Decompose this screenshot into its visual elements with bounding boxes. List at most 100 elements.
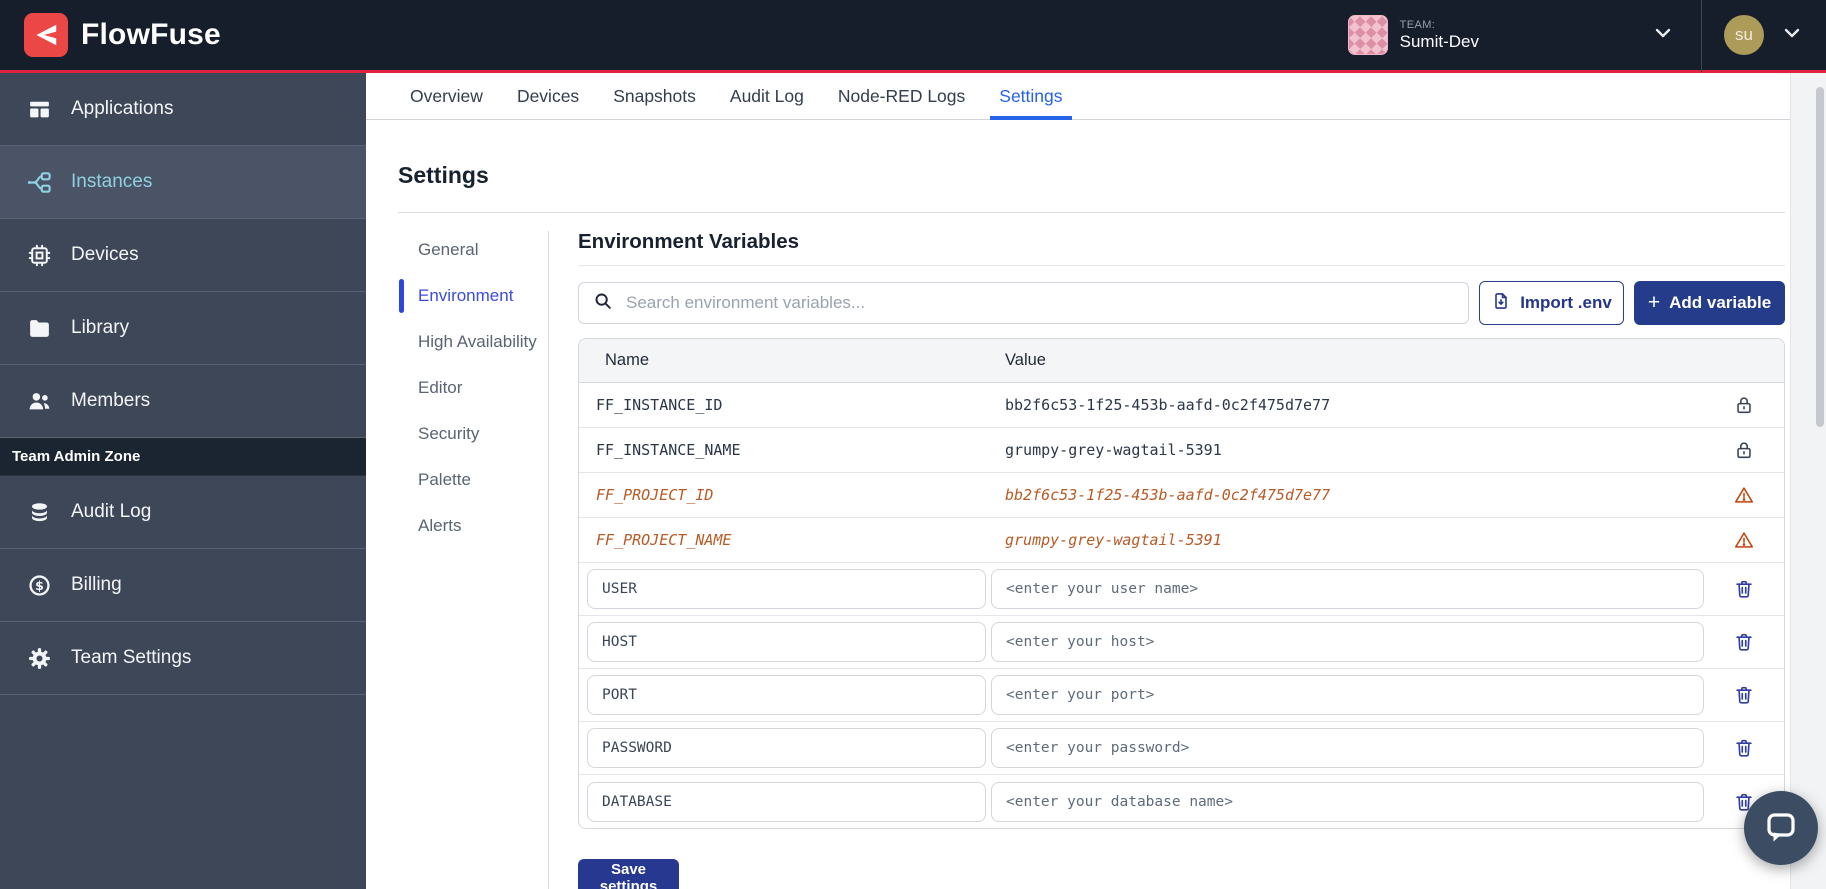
sidebar-filler — [0, 695, 366, 889]
devices-icon — [26, 242, 53, 269]
env-var-value-input[interactable] — [991, 622, 1704, 662]
env-var-value-input[interactable] — [991, 569, 1704, 609]
delete-variable-button[interactable] — [1731, 735, 1757, 761]
settings-nav-palette[interactable]: Palette — [398, 457, 548, 503]
instance-tabbar: Overview Devices Snapshots Audit Log Nod… — [366, 73, 1826, 120]
import-env-label: Import .env — [1520, 293, 1612, 313]
sidebar-item-devices[interactable]: Devices — [0, 219, 366, 292]
tab-audit-log[interactable]: Audit Log — [713, 73, 821, 119]
sidebar-section-team-admin-zone: Team Admin Zone — [0, 438, 366, 476]
gear-icon — [26, 645, 53, 672]
trash-icon — [1733, 631, 1755, 653]
brand-name: FlowFuse — [81, 18, 221, 52]
env-var-value-input[interactable] — [991, 728, 1704, 768]
section-divider — [578, 265, 1785, 266]
sidebar-item-label: Billing — [71, 574, 122, 596]
chat-widget-button[interactable] — [1744, 791, 1818, 865]
table-header: Name Value — [579, 339, 1784, 383]
sidebar-item-members[interactable]: Members — [0, 365, 366, 438]
env-variables-table: Name Value FF_INSTANCE_ID bb2f6c53-1f25-… — [578, 338, 1785, 829]
tab-node-red-logs[interactable]: Node-RED Logs — [821, 73, 982, 119]
env-var-edit-row — [579, 669, 1784, 722]
sidebar-item-billing[interactable]: $ Billing — [0, 549, 366, 622]
team-name: Sumit-Dev — [1400, 32, 1479, 52]
main-content: Overview Devices Snapshots Audit Log Nod… — [366, 73, 1826, 889]
sidebar-item-applications[interactable]: Applications — [0, 73, 366, 146]
plus-icon: + — [1648, 292, 1660, 313]
settings-nav-security[interactable]: Security — [398, 411, 548, 457]
scrollbar[interactable] — [1816, 87, 1824, 427]
env-var-value: bb2f6c53-1f25-453b-aafd-0c2f475d7e77 — [1005, 486, 1704, 504]
user-menu[interactable]: su — [1702, 15, 1826, 55]
table-row-deprecated: FF_PROJECT_NAME grumpy-grey-wagtail-5391 — [579, 518, 1784, 563]
warning-icon — [1704, 484, 1784, 506]
env-var-edit-row — [579, 722, 1784, 775]
flowfuse-app: FlowFuse TEAM: Sumit-Dev su — [0, 0, 1826, 889]
env-var-value: grumpy-grey-wagtail-5391 — [1005, 441, 1704, 459]
env-var-name: FF_INSTANCE_ID — [579, 396, 1005, 414]
sidebar-item-label: Applications — [71, 98, 173, 120]
instances-icon — [26, 169, 53, 196]
env-var-name-input[interactable] — [587, 782, 986, 822]
settings-nav-high-availability[interactable]: High Availability — [398, 319, 548, 365]
sidebar-item-audit-log[interactable]: Audit Log — [0, 476, 366, 549]
tab-snapshots[interactable]: Snapshots — [596, 73, 713, 119]
environment-panel: Environment Variables — [549, 213, 1785, 889]
sidebar-item-team-settings[interactable]: Team Settings — [0, 622, 366, 695]
trash-icon — [1733, 737, 1755, 759]
page-title: Settings — [398, 120, 1785, 190]
search-icon — [592, 290, 614, 317]
flowfuse-logo-icon — [24, 13, 68, 57]
env-var-name-input[interactable] — [587, 728, 986, 768]
search-input[interactable] — [624, 292, 1455, 314]
sidebar-item-label: Audit Log — [71, 501, 151, 523]
env-var-name: FF_PROJECT_ID — [579, 486, 1005, 504]
chat-bubble-icon — [1760, 807, 1802, 849]
user-avatar: su — [1724, 15, 1764, 55]
sidebar-item-label: Library — [71, 317, 129, 339]
env-var-name-input[interactable] — [587, 622, 986, 662]
settings-subnav: General Environment High Availability Ed… — [398, 213, 548, 889]
sidebar-item-label: Devices — [71, 244, 139, 266]
settings-nav-editor[interactable]: Editor — [398, 365, 548, 411]
tab-overview[interactable]: Overview — [393, 73, 500, 119]
delete-variable-button[interactable] — [1731, 629, 1757, 655]
team-label: TEAM: — [1400, 19, 1479, 32]
document-download-icon — [1491, 291, 1511, 316]
section-heading: Environment Variables — [578, 213, 1785, 254]
env-var-name-input[interactable] — [587, 675, 986, 715]
settings-nav-general[interactable]: General — [398, 227, 548, 273]
sidebar-item-instances[interactable]: Instances — [0, 146, 366, 219]
applications-icon — [26, 96, 53, 123]
save-settings-button[interactable]: Save settings — [578, 859, 679, 889]
env-var-edit-row — [579, 616, 1784, 669]
delete-variable-button[interactable] — [1731, 682, 1757, 708]
svg-text:$: $ — [35, 577, 44, 592]
table-row: FF_INSTANCE_ID bb2f6c53-1f25-453b-aafd-0… — [579, 383, 1784, 428]
tab-devices[interactable]: Devices — [500, 73, 596, 119]
env-var-value: grumpy-grey-wagtail-5391 — [1005, 531, 1704, 549]
env-var-name-input[interactable] — [587, 569, 986, 609]
sidebar-item-label: Team Settings — [71, 647, 191, 669]
env-var-name: FF_INSTANCE_NAME — [579, 441, 1005, 459]
env-var-value-input[interactable] — [991, 675, 1704, 715]
library-icon — [26, 315, 53, 342]
billing-icon: $ — [26, 572, 53, 599]
sidebar-item-library[interactable]: Library — [0, 292, 366, 365]
env-var-value-input[interactable] — [991, 782, 1704, 822]
settings-nav-environment[interactable]: Environment — [398, 273, 548, 319]
settings-nav-alerts[interactable]: Alerts — [398, 503, 548, 549]
sidebar: Applications Instances Devices Library M… — [0, 73, 366, 889]
table-row: FF_INSTANCE_NAME grumpy-grey-wagtail-539… — [579, 428, 1784, 473]
delete-variable-button[interactable] — [1731, 576, 1757, 602]
add-variable-button[interactable]: + Add variable — [1634, 281, 1785, 325]
chevron-down-icon — [1651, 21, 1675, 50]
import-env-button[interactable]: Import .env — [1479, 281, 1624, 325]
tab-settings[interactable]: Settings — [982, 73, 1079, 119]
members-icon — [26, 388, 53, 415]
lock-icon — [1704, 439, 1784, 461]
search-box — [578, 282, 1469, 324]
env-var-edit-row — [579, 563, 1784, 616]
brand[interactable]: FlowFuse — [0, 13, 221, 57]
team-selector[interactable]: TEAM: Sumit-Dev — [1322, 0, 1701, 70]
